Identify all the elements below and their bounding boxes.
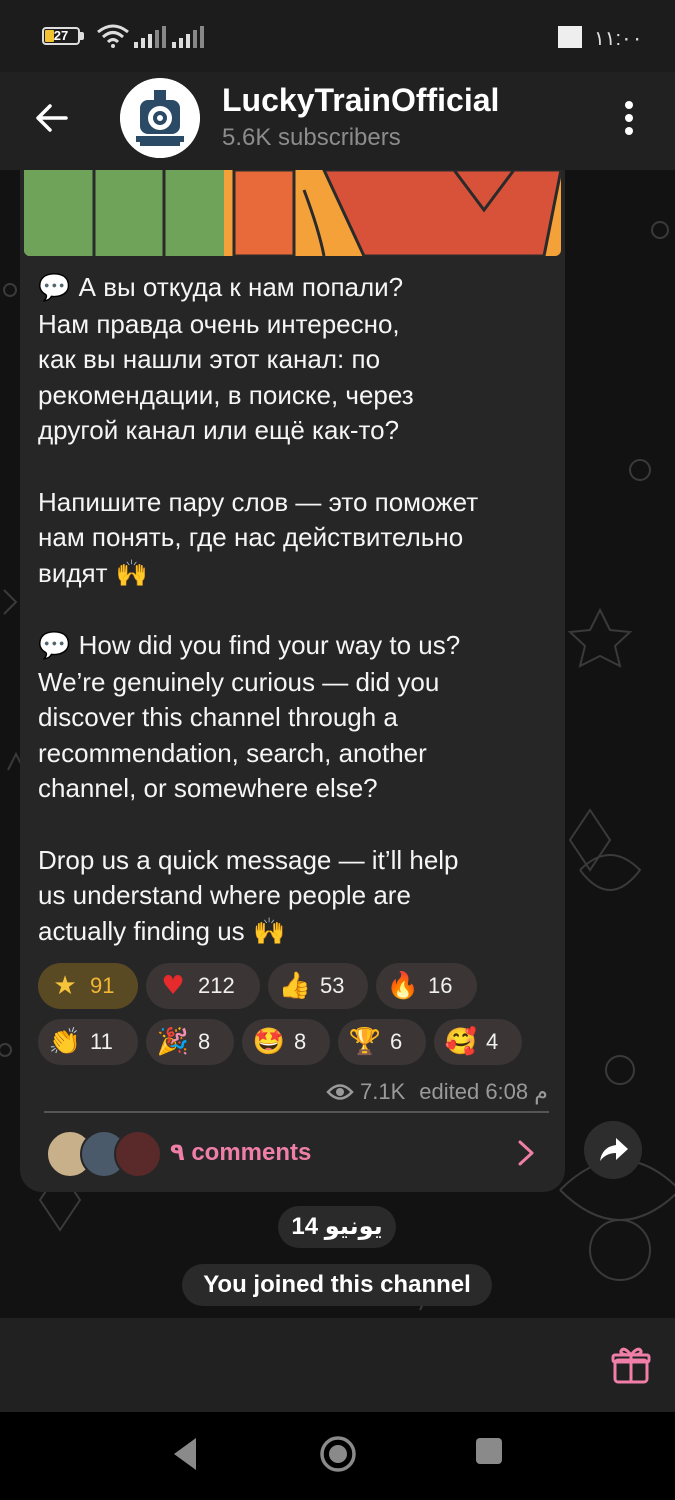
- status-bar: 27 ١١:٠٠: [0, 0, 675, 72]
- system-nav-bar: [0, 1412, 675, 1500]
- thumbs-up-icon: 👍: [278, 971, 312, 1001]
- date-separator: 14 يونيو: [278, 1206, 396, 1248]
- reaction-smiling-hearts[interactable]: 🥰 4: [434, 1019, 522, 1065]
- reaction-count: 91: [90, 973, 115, 998]
- commenter-avatars: [46, 1130, 162, 1178]
- chevron-right-icon: [518, 1140, 534, 1166]
- share-icon[interactable]: [584, 1121, 642, 1179]
- nav-home-icon[interactable]: [318, 1434, 358, 1474]
- subscriber-count: 5.6K subscribers: [222, 124, 401, 151]
- reaction-party[interactable]: 🎉 8: [146, 1019, 234, 1065]
- comments-divider: [44, 1111, 549, 1113]
- signal-icon-2: [172, 26, 204, 48]
- notification-square-icon: [558, 26, 582, 48]
- message-text-en: How did you find your way to us? We’re g…: [38, 629, 461, 804]
- reaction-count: 212: [198, 973, 235, 998]
- channel-avatar[interactable]: [120, 78, 200, 158]
- battery-tip: [80, 32, 84, 40]
- party-popper-icon: 🎉: [156, 1027, 190, 1057]
- eye-icon: [326, 1084, 354, 1100]
- message-text-ru: А вы откуда к нам попали? Нам правда оче…: [38, 272, 414, 446]
- smiling-hearts-icon: 🥰: [444, 1027, 478, 1057]
- reaction-count: 8: [294, 1029, 307, 1054]
- channel-header: LuckyTrainOfficial 5.6K subscribers: [0, 72, 675, 170]
- heart-icon: ♥: [161, 971, 185, 1001]
- more-vertical-icon[interactable]: [614, 98, 644, 138]
- cartoon-illustration: [24, 170, 561, 256]
- battery-percent: 27: [53, 28, 69, 43]
- message-meta: 7.1K edited 6:08 م: [326, 1078, 548, 1106]
- raised-hands-icon: 🙌: [107, 558, 149, 589]
- signal-icon: [134, 26, 166, 48]
- comments-count: ٩ comments: [170, 1139, 312, 1166]
- battery-icon: 27: [42, 27, 80, 45]
- reaction-thumbs-up[interactable]: 👍 53: [268, 963, 368, 1009]
- nav-recents-icon[interactable]: [474, 1436, 504, 1466]
- reaction-count: 53: [320, 973, 345, 998]
- reaction-count: 8: [198, 1029, 211, 1054]
- reaction-count: 6: [390, 1029, 403, 1054]
- channel-title[interactable]: LuckyTrainOfficial: [222, 82, 499, 119]
- reaction-count: 16: [428, 973, 453, 998]
- nav-back-icon[interactable]: [170, 1434, 200, 1474]
- reaction-count: 4: [486, 1029, 499, 1054]
- wifi-icon: [97, 24, 129, 48]
- reaction-star[interactable]: ★ 91: [38, 963, 138, 1009]
- reaction-fire[interactable]: 🔥 16: [376, 963, 477, 1009]
- view-count: 7.1K: [360, 1079, 406, 1104]
- service-message: You joined this channel: [182, 1264, 492, 1306]
- gift-icon[interactable]: [610, 1344, 652, 1386]
- star-icon: ★: [53, 971, 77, 1001]
- status-time: ١١:٠٠: [594, 28, 643, 50]
- trophy-icon: 🏆: [348, 1027, 382, 1057]
- speech-bubble-icon-2: 💬: [38, 630, 79, 661]
- reaction-heart[interactable]: ♥ 212: [146, 963, 260, 1009]
- fire-icon: 🔥: [386, 971, 420, 1001]
- reaction-trophy[interactable]: 🏆 6: [338, 1019, 426, 1065]
- raised-hands-icon-2: 🙌: [244, 916, 286, 947]
- reaction-star-struck[interactable]: 🤩 8: [242, 1019, 330, 1065]
- star-struck-icon: 🤩: [252, 1027, 286, 1057]
- reaction-count: 11: [90, 1029, 113, 1054]
- reaction-clap[interactable]: 👏 11: [38, 1019, 138, 1065]
- comments-row[interactable]: ٩ comments: [44, 1124, 549, 1182]
- edited-time: edited 6:08 م: [419, 1079, 548, 1104]
- message-text: 💬 А вы откуда к нам попали? Нам правда о…: [38, 270, 558, 950]
- post-image[interactable]: [24, 170, 561, 256]
- clap-icon: 👏: [48, 1027, 82, 1057]
- train-logo-icon: [120, 78, 200, 158]
- avatar: [114, 1130, 162, 1178]
- back-arrow-icon[interactable]: [30, 96, 74, 140]
- speech-bubble-icon: 💬: [38, 273, 79, 303]
- bottom-bar: [0, 1318, 675, 1412]
- message-text-ru-2: Напишите пару слов — это поможет нам пон…: [38, 486, 479, 588]
